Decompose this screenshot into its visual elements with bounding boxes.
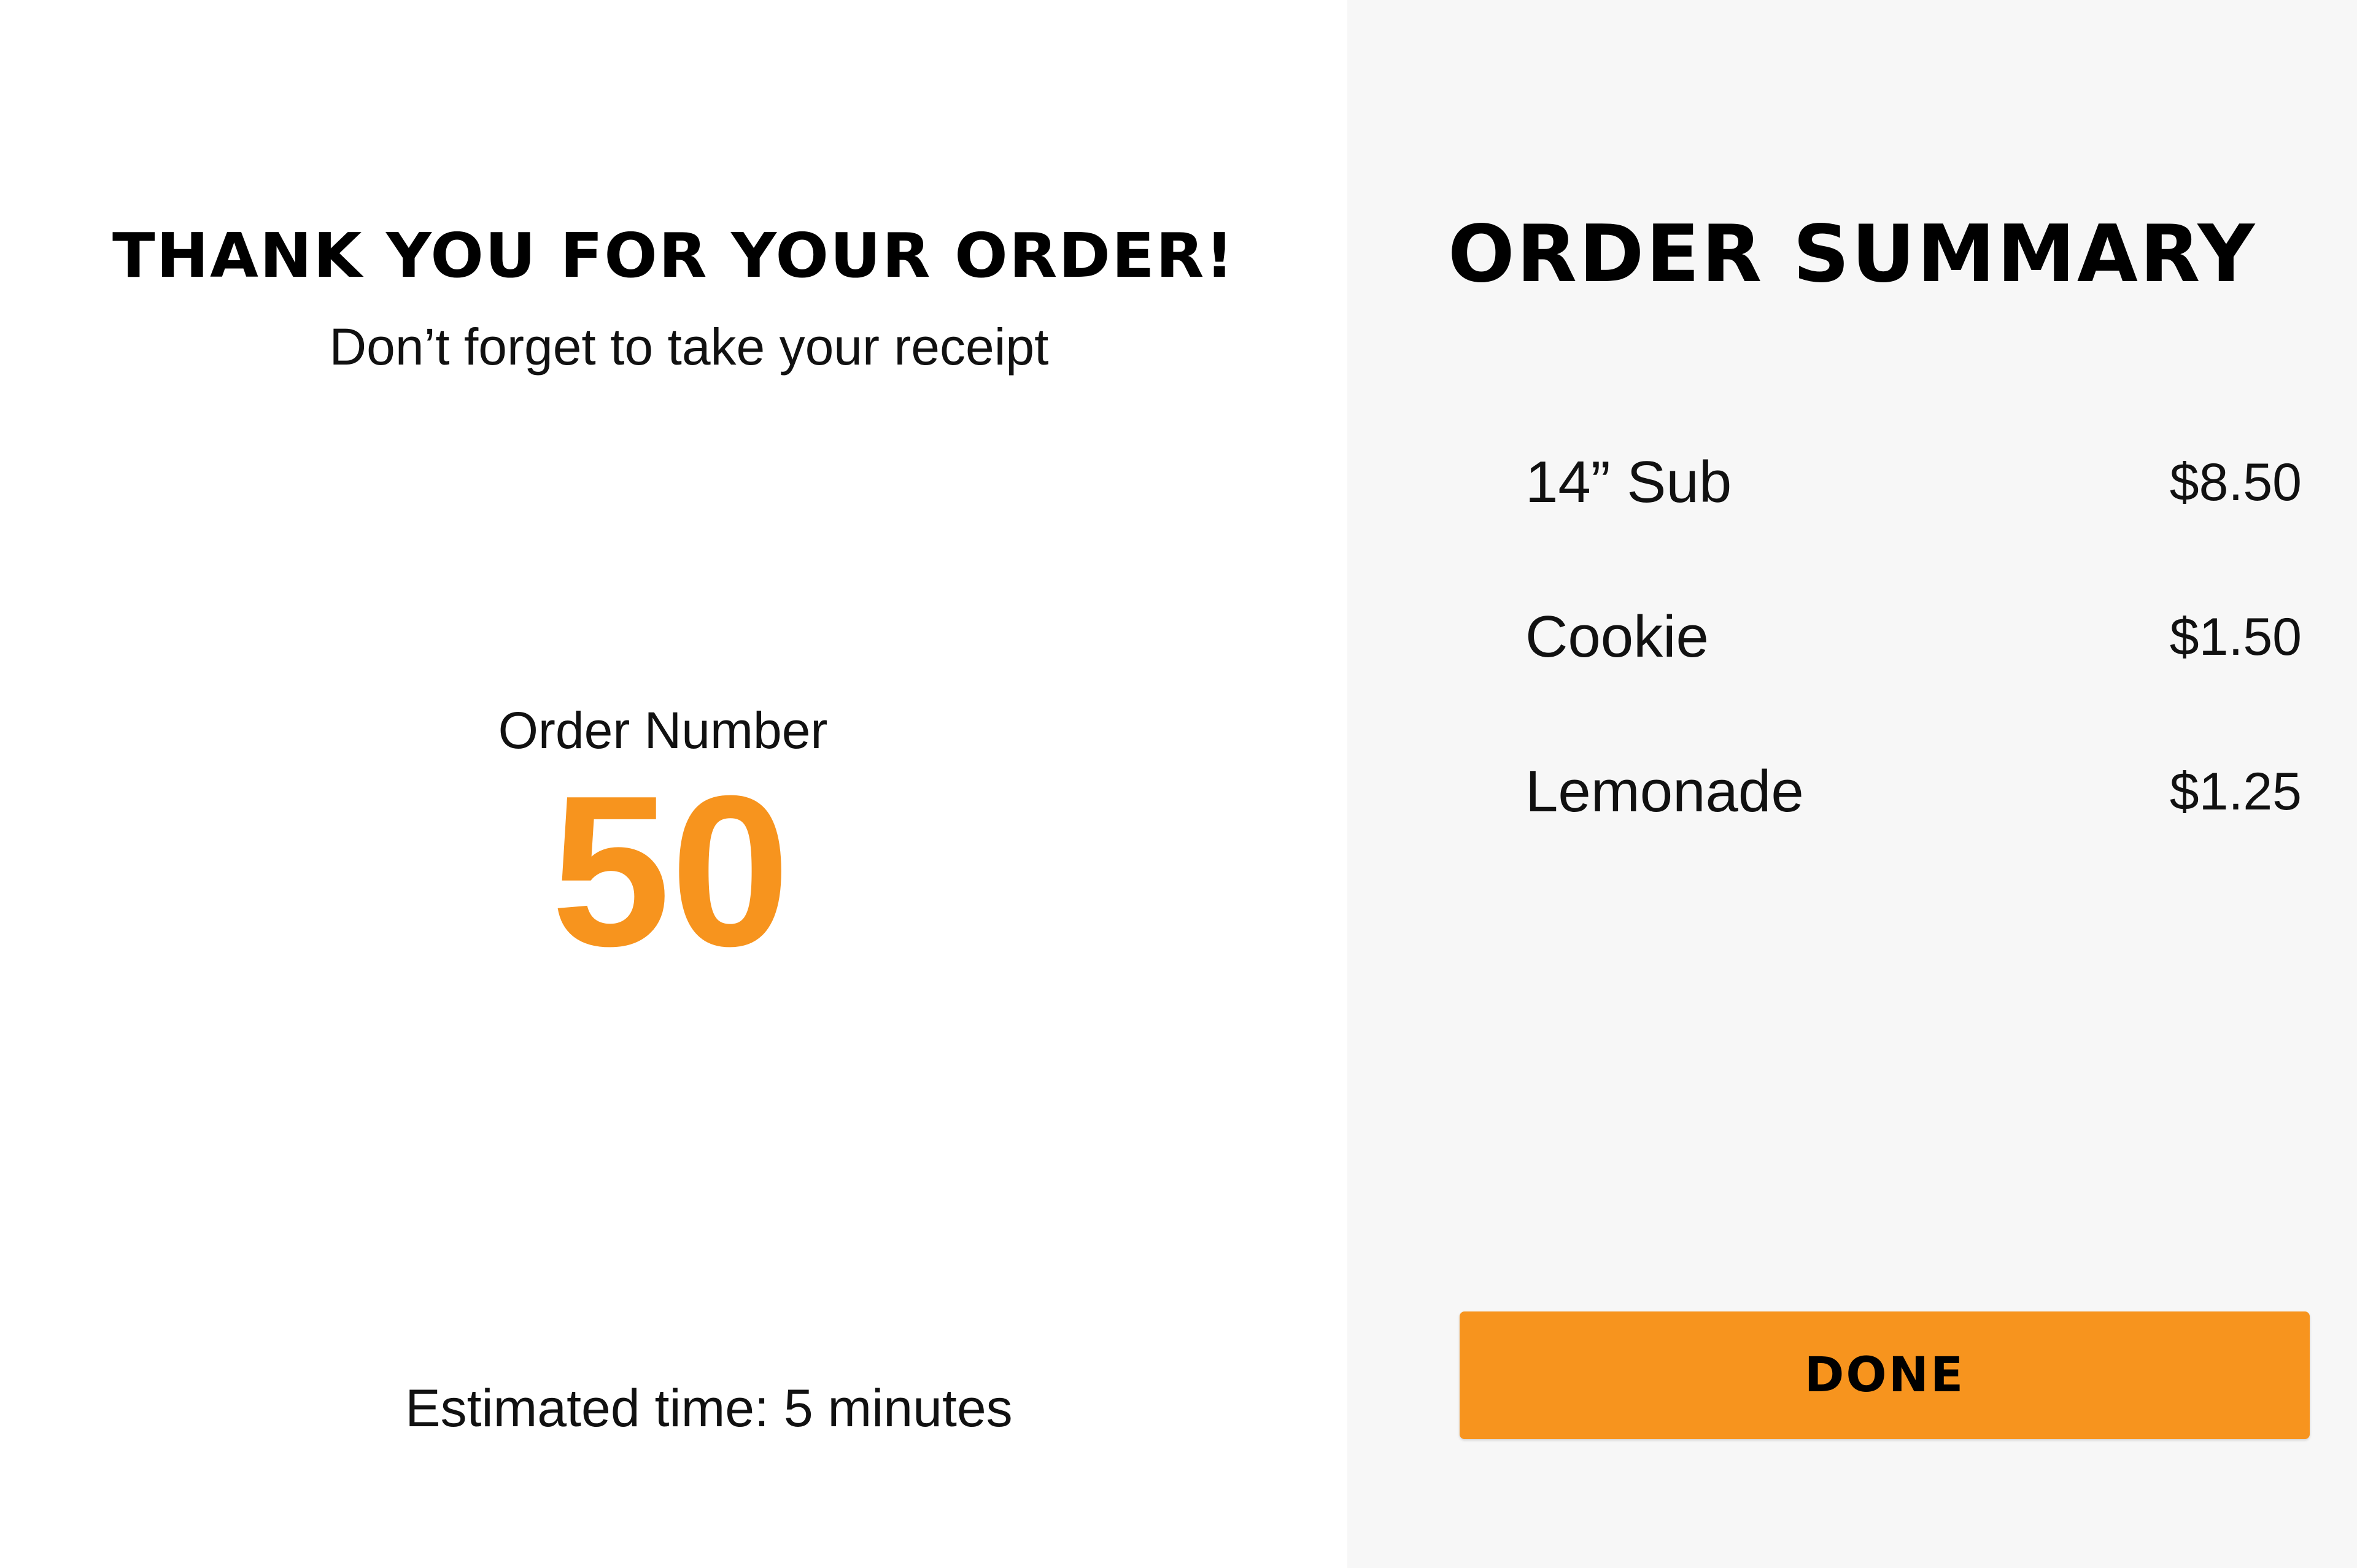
order-summary-panel: ORDER SUMMARY 14” Sub $8.50 Cookie $1.50… [1347, 0, 2357, 1568]
item-name: Cookie [1525, 604, 1709, 670]
order-item: 14” Sub $8.50 [1525, 405, 2302, 560]
thank-you-heading: THANK YOU FOR YOUR ORDER! [112, 220, 1235, 292]
order-item: Lemonade $1.25 [1525, 714, 2302, 869]
order-item-list: 14” Sub $8.50 Cookie $1.50 Lemonade $1.2… [1525, 405, 2302, 869]
item-price: $1.50 [2169, 608, 2302, 666]
confirmation-panel: THANK YOU FOR YOUR ORDER! Don’t forget t… [0, 0, 1347, 1568]
receipt-reminder: Don’t forget to take your receipt [329, 318, 1049, 376]
item-price: $8.50 [2169, 453, 2302, 512]
order-item: Cookie $1.50 [1525, 560, 2302, 714]
done-button[interactable]: DONE [1460, 1311, 2310, 1439]
done-button-label: DONE [1804, 1348, 1965, 1403]
item-name: Lemonade [1525, 759, 1804, 824]
estimated-time: Estimated time: 5 minutes [405, 1379, 1013, 1438]
order-number: 50 [551, 751, 791, 991]
item-price: $1.25 [2169, 762, 2302, 821]
order-summary-title: ORDER SUMMARY [1447, 209, 2257, 300]
item-name: 14” Sub [1525, 449, 1732, 515]
